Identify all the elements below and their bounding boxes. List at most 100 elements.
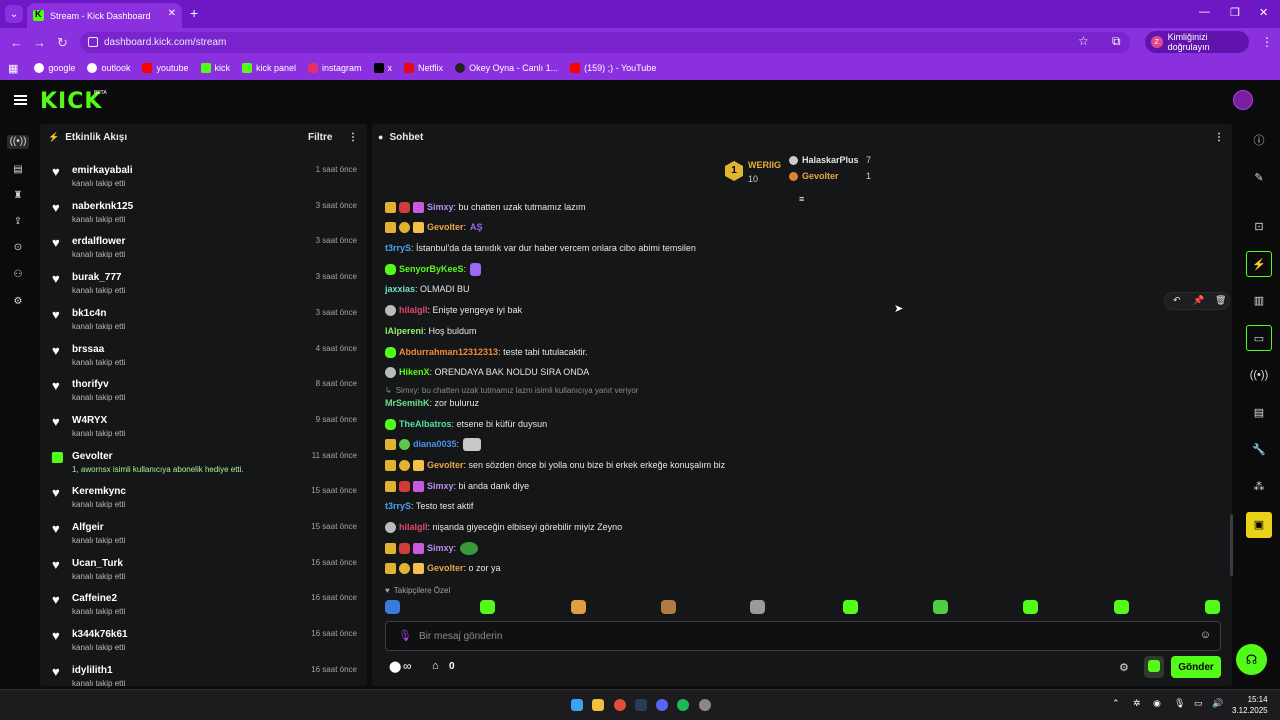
activity-username[interactable]: thorifyv — [72, 379, 109, 390]
activity-username[interactable]: Gevolter — [72, 451, 113, 462]
activity-item[interactable]: erdalflower kanalı takip etti 3 saat önce — [40, 231, 367, 267]
emote-icon[interactable] — [933, 600, 948, 614]
window-close-icon[interactable]: ✕ — [1259, 6, 1268, 19]
chat-settings-icon[interactable]: ⚙ — [1119, 661, 1129, 674]
chat-username[interactable]: lAlpereni — [385, 326, 424, 336]
activity-item[interactable]: thorifyv kanalı takip etti 8 saat önce — [40, 374, 367, 410]
spotify-icon[interactable] — [677, 699, 689, 711]
minimize-icon[interactable]: — — [1199, 6, 1210, 18]
emote-icon[interactable] — [843, 600, 858, 614]
emote-icon[interactable] — [385, 600, 400, 614]
info-icon[interactable]: ⓘ — [1246, 128, 1272, 154]
broadcast-icon[interactable]: ((•)) — [1246, 362, 1272, 388]
community-icon[interactable]: ⚇ — [11, 268, 25, 282]
upload-icon[interactable]: ⇪ — [11, 215, 25, 229]
activity-item[interactable]: emirkayabali kanalı takip etti 1 saat önce — [40, 160, 367, 196]
bookmark-x[interactable]: x — [373, 63, 392, 73]
chat-message[interactable]: TheAlbatros: etsene bi küfür duysun — [385, 417, 547, 431]
chat-message[interactable]: Simxy: — [385, 541, 479, 555]
bookmark-outlook[interactable]: outlook — [87, 63, 130, 73]
chat-message[interactable]: HikenX: ORENDAYA BAK NOLDU SIRA ONDA — [385, 365, 589, 379]
back-icon[interactable]: ← — [10, 35, 23, 50]
bookmark-google[interactable]: google — [34, 63, 75, 73]
wrench-icon[interactable]: 🔧 — [1246, 437, 1272, 463]
browser-menu-icon[interactable]: ⋮ — [1261, 35, 1273, 49]
new-tab-button[interactable]: + — [190, 5, 198, 21]
profile-verify-button[interactable]: Z Kimliğinizi doğrulayın — [1145, 31, 1249, 53]
kick-emote-button[interactable] — [1144, 656, 1164, 678]
emote-icon[interactable] — [1205, 600, 1220, 614]
bookmark-netflix[interactable]: Netflix — [404, 63, 443, 73]
clapperboard-icon[interactable]: ▣ — [1246, 512, 1272, 538]
activity-username[interactable]: Ucan_Turk — [72, 558, 123, 569]
chat-username[interactable]: Simxy — [427, 481, 454, 491]
chat-username[interactable]: Gevolter — [427, 563, 464, 573]
site-info-icon[interactable] — [88, 37, 98, 47]
chat-scrollbar[interactable] — [1230, 514, 1233, 576]
microphone-icon[interactable]: 🎙 — [398, 629, 412, 642]
camera-icon[interactable]: ⊙ — [11, 241, 25, 255]
activity-toggle-icon[interactable]: ⚡ — [1246, 251, 1272, 277]
activity-username[interactable]: burak_777 — [72, 272, 121, 283]
document-icon[interactable]: ▥ — [1246, 288, 1272, 314]
chat-username[interactable]: jaxxias — [385, 284, 415, 294]
chat-message[interactable]: lAlpereni: Hoş buldum — [385, 324, 477, 338]
activity-username[interactable]: erdalflower — [72, 236, 125, 247]
chat-toggle-icon[interactable]: ▭ — [1246, 325, 1272, 351]
activity-username[interactable]: Caffeine2 — [72, 593, 117, 604]
pin-icon[interactable]: 📌 — [1193, 295, 1204, 306]
activity-item[interactable]: Alfgeir kanalı takip etti 15 saat önce — [40, 517, 367, 553]
activity-item[interactable]: brssaa kanalı takip etti 4 saat önce — [40, 339, 367, 375]
activity-item[interactable]: Caffeine2 kanalı takip etti 16 saat önce — [40, 588, 367, 624]
emote-icon[interactable] — [1023, 600, 1038, 614]
chat-message[interactable]: t3rryS: Testo test aktif — [385, 499, 473, 513]
bookmark-youtube[interactable]: youtube — [142, 63, 189, 73]
chat-username[interactable]: SenyorByKeeS — [399, 264, 464, 274]
bookmark-kick-panel[interactable]: kick panel — [242, 63, 296, 73]
activity-username[interactable]: k344k76k61 — [72, 629, 128, 640]
chat-message[interactable]: t3rryS: İstanbul'da da tanıdık var dur h… — [385, 241, 696, 255]
delete-icon[interactable]: 🗑 — [1215, 295, 1226, 306]
reload-icon[interactable]: ↻ — [57, 35, 68, 51]
file-explorer-icon[interactable] — [592, 699, 604, 711]
steam-icon[interactable] — [635, 699, 647, 711]
menu-icon[interactable] — [14, 95, 27, 105]
chat-message[interactable]: Abdurrahman12312313: teste tabi tutulaca… — [385, 345, 588, 359]
reply-icon[interactable]: ↶ — [1173, 295, 1181, 306]
taskbar-clock[interactable]: 15:14 3.12.2025 — [1232, 694, 1268, 716]
activity-username[interactable]: idylilith1 — [72, 665, 113, 676]
activity-item[interactable]: burak_777 kanalı takip etti 3 saat önce — [40, 267, 367, 303]
chat-menu-icon[interactable]: ⋮ — [1214, 132, 1224, 143]
bookmark-okey[interactable]: Okey Oyna - Canlı 1... — [455, 63, 558, 73]
third-place-name[interactable]: Gevolter — [802, 171, 839, 181]
activity-menu-icon[interactable]: ⋮ — [348, 132, 358, 143]
chat-username[interactable]: HikenX — [399, 367, 430, 377]
live-stream-icon[interactable]: ((•)) — [7, 135, 29, 149]
chat-username[interactable]: t3rryS — [385, 501, 411, 511]
discord-icon[interactable] — [656, 699, 668, 711]
chat-message[interactable]: jaxxias: OLMADI BU — [385, 282, 470, 296]
mic-tray-icon[interactable]: 🎙 — [1174, 698, 1185, 709]
chat-username[interactable]: Gevolter — [427, 460, 464, 470]
filter-button[interactable]: Filtre — [308, 132, 332, 143]
activity-item[interactable]: Gevolter 1, awornsx isimli kullanıcıya ab… — [40, 446, 367, 482]
tray-app-icon[interactable]: ✲ — [1133, 698, 1141, 709]
extensions-icon[interactable]: ⧉ — [1112, 34, 1121, 49]
tab-search-button[interactable]: ⌄ — [5, 5, 23, 23]
activity-username[interactable]: W4RYX — [72, 415, 107, 426]
user-avatar[interactable] — [1233, 90, 1253, 110]
chat-message[interactable]: hilalgll: nişanda giyeceğin elbiseyi gör… — [385, 520, 622, 534]
dashboard-icon[interactable]: ▤ — [11, 163, 25, 177]
chat-username[interactable]: Simxy — [427, 202, 454, 212]
emote-icon[interactable] — [1114, 600, 1129, 614]
chat-username[interactable]: MrSemihK — [385, 398, 430, 408]
activity-item[interactable]: Keremkync kanalı takip etti 15 saat önce — [40, 481, 367, 517]
emote-icon[interactable] — [661, 600, 676, 614]
volume-icon[interactable]: 🔊 — [1212, 698, 1223, 709]
activity-username[interactable]: bk1c4n — [72, 308, 106, 319]
chat-username[interactable]: diana0035 — [413, 439, 457, 449]
second-place-name[interactable]: HalaskarPlus — [802, 155, 859, 165]
capture-icon[interactable]: ⊡ — [1246, 214, 1272, 240]
forward-icon[interactable]: → — [33, 35, 46, 50]
trophy-icon[interactable]: ♜ — [11, 189, 25, 203]
